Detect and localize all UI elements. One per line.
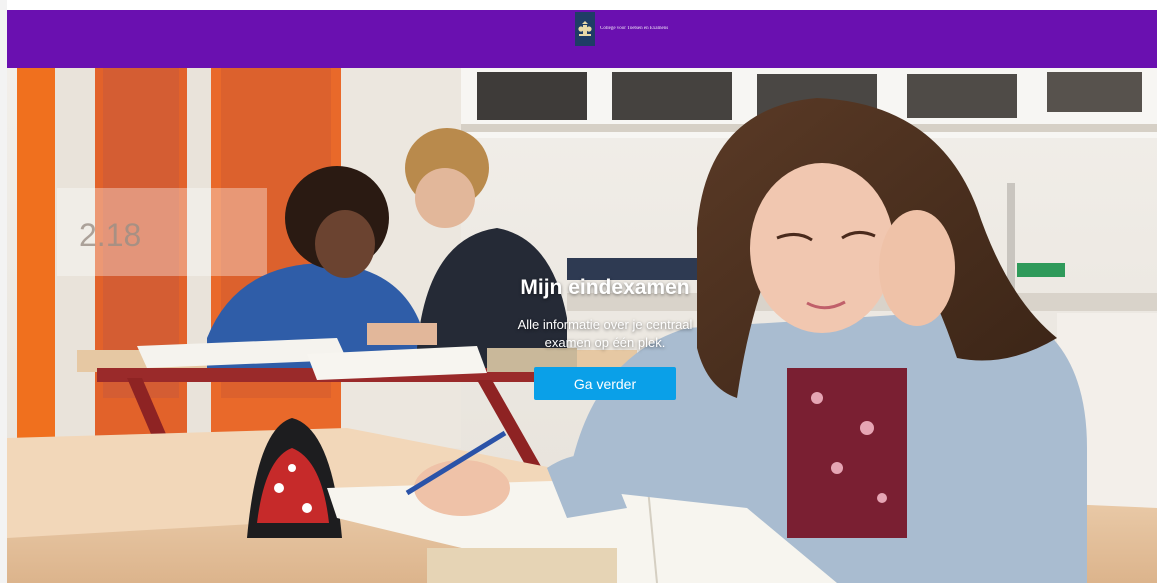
logo-text: College voor Toetsen en Examens: [600, 26, 669, 31]
hero-section: 2.18 Mijn eindexamen Alle informatie ove…: [7, 68, 1157, 583]
page-edge: [0, 0, 7, 583]
page: College voor Toetsen en Examens 2.18 Mij…: [0, 0, 1157, 583]
site-header: College voor Toetsen en Examens: [7, 10, 1157, 68]
continue-button[interactable]: Ga verder: [534, 367, 676, 400]
hero-content: Mijn eindexamen Alle informatie over je …: [475, 276, 735, 400]
hero-subtitle: Alle informatie over je centraal examen …: [517, 317, 693, 350]
site-logo[interactable]: College voor Toetsen en Examens: [575, 12, 668, 46]
room-number: 2.18: [79, 217, 141, 253]
page-title: Mijn eindexamen: [520, 276, 690, 299]
rijksoverheid-emblem-icon: [575, 12, 595, 46]
